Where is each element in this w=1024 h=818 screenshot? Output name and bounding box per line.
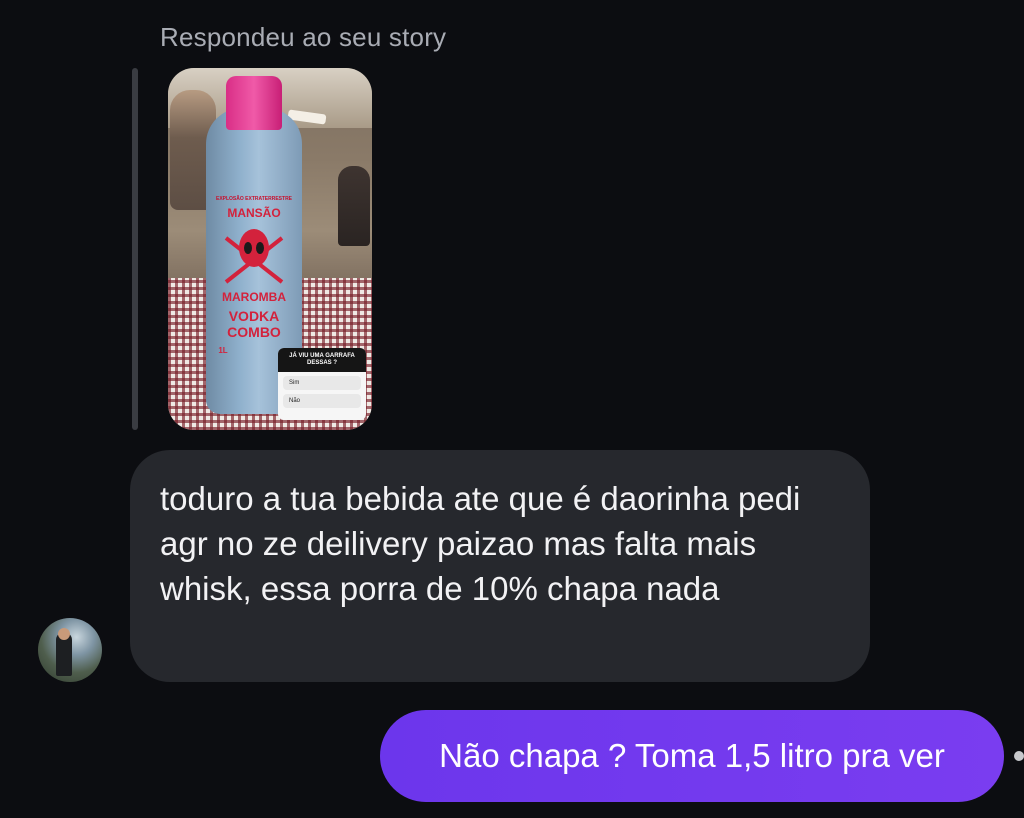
bottle-volume: 1L	[218, 346, 228, 355]
incoming-message-bubble[interactable]: toduro a tua bebida ate que é daorinha p…	[130, 450, 870, 682]
poll-option-yes: Sim	[283, 376, 361, 391]
outgoing-message-text: Não chapa ? Toma 1,5 litro pra ver	[439, 737, 945, 774]
poll-question: JÁ VIU UMA GARRAFA DESSAS ?	[278, 348, 366, 373]
bottle-brand-2: MAROMBA	[222, 290, 286, 304]
sent-status-dot	[1014, 751, 1024, 761]
story-poll: JÁ VIU UMA GARRAFA DESSAS ? Sim Não	[278, 348, 366, 420]
alien-skull-icon	[224, 229, 284, 284]
bottle-brand-1: MANSÃO	[227, 206, 281, 220]
avatar[interactable]	[38, 618, 102, 682]
story-cap	[226, 76, 282, 130]
bottle-product-1: VODKA	[228, 308, 280, 324]
outgoing-message-bubble[interactable]: Não chapa ? Toma 1,5 litro pra ver	[380, 710, 1004, 802]
reply-label: Respondeu ao seu story	[160, 22, 447, 52]
bottle-product-2: COMBO	[227, 324, 281, 340]
story-reply-bar	[132, 68, 138, 430]
avatar-head	[58, 628, 70, 640]
story-person-right	[338, 166, 370, 246]
incoming-message-text: toduro a tua bebida ate que é daorinha p…	[160, 480, 801, 607]
bottle-label-top: EXPLOSÃO EXTRATERRESTRE	[215, 196, 293, 202]
story-thumbnail[interactable]: EXPLOSÃO EXTRATERRESTRE MANSÃO MAROMBA V…	[168, 68, 372, 430]
poll-option-no: Não	[283, 394, 361, 409]
